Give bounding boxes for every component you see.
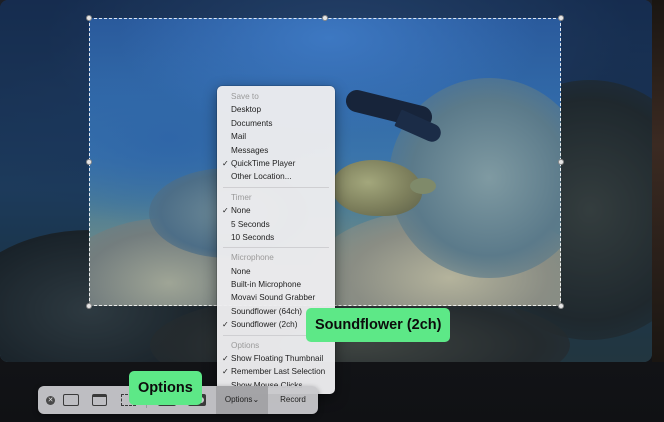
menu-item-label: None [231,266,251,276]
options-button-label: Options [224,395,253,404]
resize-handle-bottom-right[interactable] [558,303,564,309]
menu-item-documents[interactable]: Documents [217,117,335,130]
menu-item-mic-none[interactable]: None [217,265,335,278]
chevron-down-icon: ⌄ [252,395,260,404]
menu-item-label: 10 Seconds [231,232,275,242]
menu-separator [223,186,329,188]
menu-header-timer: Timer [231,192,252,202]
checkmark-icon: ✓ [222,206,229,216]
menu-item-label: 5 Seconds [231,219,270,229]
options-menu: Save to Desktop Documents Mail Messages … [217,86,335,394]
options-button[interactable]: Options⌄ [216,386,268,414]
resize-handle-left[interactable] [86,159,92,165]
menu-item-quicktime-player[interactable]: ✓ QuickTime Player [217,157,335,170]
resize-handle-top-left[interactable] [86,15,92,21]
menu-header-save-to: Save to [231,92,259,101]
record-button[interactable]: Record [268,386,318,414]
menu-item-label: None [231,206,251,216]
menu-item-label: Documents [231,118,273,128]
menu-item-timer-5-seconds[interactable]: 5 Seconds [217,218,335,231]
menu-item-label: Messages [231,145,269,155]
menu-item-label: Other Location... [231,172,292,182]
capture-window-icon[interactable] [92,394,107,406]
menu-item-timer-10-seconds[interactable]: 10 Seconds [217,231,335,244]
menu-item-label: QuickTime Player [231,158,296,168]
checkmark-icon: ✓ [222,367,229,377]
resize-handle-top[interactable] [322,15,328,21]
menu-item-messages[interactable]: Messages [217,144,335,157]
menu-item-label: Remember Last Selection [231,367,326,377]
menu-item-mic-movavi[interactable]: Movavi Sound Grabber [217,291,335,304]
screen: Save to Desktop Documents Mail Messages … [0,0,664,422]
menu-item-label: Show Floating Thumbnail [231,354,324,364]
menu-item-other-location[interactable]: Other Location... [217,170,335,183]
menu-item-label: Soundflower (64ch) [231,306,302,316]
checkmark-icon: ✓ [222,158,229,168]
menu-separator [223,247,329,249]
menu-item-timer-none[interactable]: ✓ None [217,204,335,217]
menu-item-label: Soundflower (2ch) [231,320,298,330]
resize-handle-bottom-left[interactable] [86,303,92,309]
capture-entire-screen-icon[interactable] [63,394,79,406]
menu-item-label: Mail [231,132,247,142]
menu-item-mail[interactable]: Mail [217,130,335,143]
resize-handle-right[interactable] [558,159,564,165]
menu-item-mic-built-in[interactable]: Built-in Microphone [217,278,335,291]
close-icon[interactable]: ✕ [46,396,55,405]
menu-header-microphone: Microphone [231,253,274,263]
checkmark-icon: ✓ [222,354,229,364]
menu-item-show-floating-thumbnail[interactable]: ✓ Show Floating Thumbnail [217,352,335,365]
menu-item-remember-last-selection[interactable]: ✓ Remember Last Selection [217,365,335,378]
record-button-label: Record [280,395,306,404]
menu-item-desktop[interactable]: Desktop [217,103,335,116]
menu-item-label: Built-in Microphone [231,280,302,290]
desktop-edge [652,0,664,362]
callout-soundflower: Soundflower (2ch) [306,308,451,342]
menu-item-label: Desktop [231,105,262,115]
checkmark-icon: ✓ [222,320,229,330]
callout-options: Options [129,371,202,405]
resize-handle-top-right[interactable] [558,15,564,21]
menu-item-label: Movavi Sound Grabber [231,293,316,303]
